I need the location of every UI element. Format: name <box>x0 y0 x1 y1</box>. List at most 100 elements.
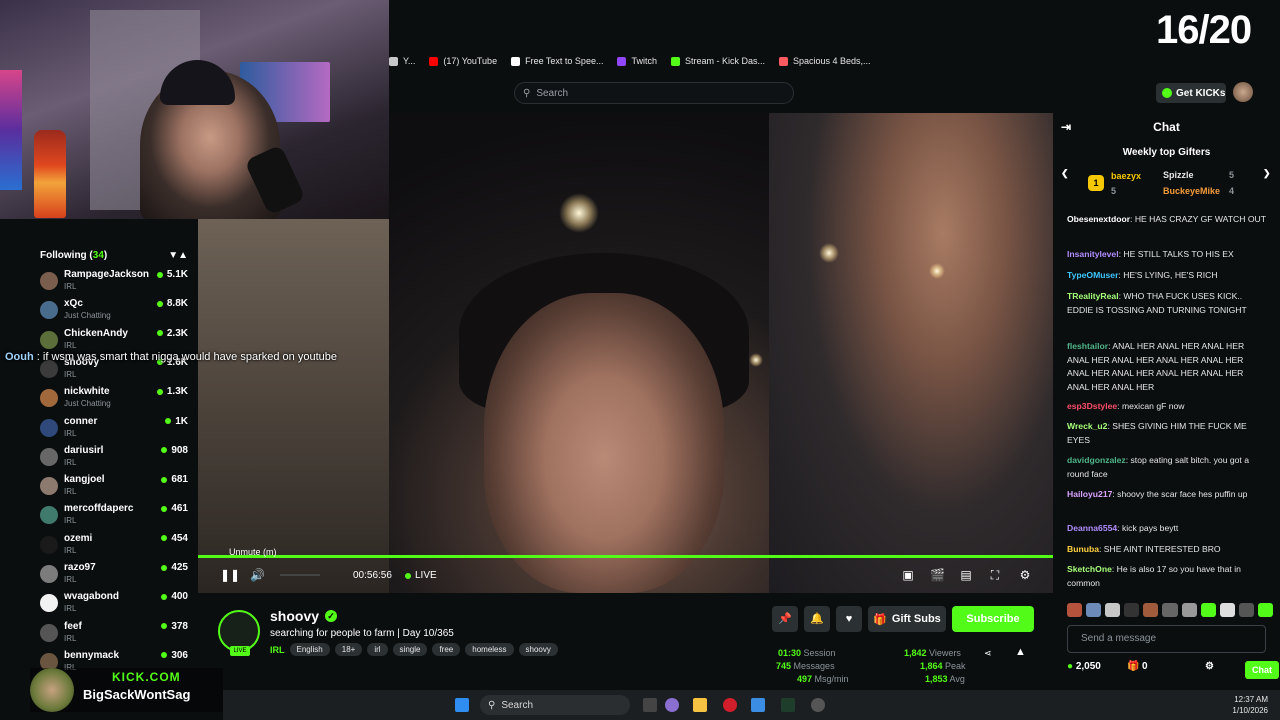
chat-input[interactable]: Send a message <box>1067 625 1266 653</box>
emote-icon[interactable] <box>1143 603 1159 617</box>
bookmark-item[interactable]: (17) YouTube <box>429 56 497 66</box>
emote-icon[interactable] <box>1086 603 1102 617</box>
emote-icon[interactable] <box>1257 603 1274 617</box>
bookmark-item[interactable]: Spacious 4 Beds,... <box>779 56 871 66</box>
emote-icon[interactable] <box>1124 603 1140 617</box>
get-kicks-button[interactable]: Get KICKs <box>1156 83 1226 103</box>
emote-icon[interactable] <box>1162 603 1178 617</box>
sidebar-item-chickenandy[interactable]: ChickenAndy IRL 2.3K <box>38 328 188 354</box>
collapse-chat-icon[interactable]: ⇥ <box>1061 113 1071 141</box>
search-input[interactable]: ⚲ Search <box>514 82 794 104</box>
emote-icon[interactable] <box>1067 603 1083 617</box>
volume-icon[interactable]: 🔊 <box>250 568 265 582</box>
task-view-icon[interactable] <box>643 698 657 712</box>
user-avatar[interactable] <box>1233 82 1253 102</box>
chat-username[interactable]: Hailoyu217 <box>1067 489 1112 499</box>
pip-icon[interactable]: ▣ <box>901 568 915 582</box>
bookmark-item[interactable]: Twitch <box>617 56 657 66</box>
stream-tag[interactable]: irl <box>367 643 388 656</box>
progress-bar[interactable] <box>198 555 1053 558</box>
sidebar-item-rampagejackson[interactable]: RampageJackson IRL 5.1K <box>38 269 188 295</box>
settings-gear-icon[interactable]: ⚙ <box>1018 568 1032 582</box>
chat-username[interactable]: TRealityReal <box>1067 291 1119 301</box>
collapse-arrows-icon[interactable]: ▼▲ <box>168 250 188 262</box>
sidebar-item-dariusirl[interactable]: dariusirl IRL 908 <box>38 445 188 471</box>
taskbar-search[interactable]: ⚲ Search <box>480 695 630 715</box>
video-player[interactable] <box>389 113 1053 593</box>
chat-username[interactable]: fleshtailor <box>1067 341 1108 351</box>
obs-icon[interactable] <box>811 698 825 712</box>
notifications-button[interactable]: 🔔 <box>804 606 830 632</box>
stream-tag[interactable]: shoovy <box>518 643 558 656</box>
emote-icon[interactable] <box>1105 603 1121 617</box>
gift-subs-button[interactable]: 🎁 Gift Subs <box>868 606 946 632</box>
fullscreen-icon[interactable]: ⛶ <box>988 568 1002 582</box>
chat-settings-icon[interactable]: ⚙ <box>1205 661 1214 672</box>
following-header[interactable]: Following (34) ▼▲ <box>40 250 188 262</box>
pin-button[interactable]: 📌 <box>772 606 798 632</box>
stream-tag[interactable]: 18+ <box>334 643 363 656</box>
pause-icon[interactable]: ❚❚ <box>220 568 240 582</box>
sidebar-item-wvagabond[interactable]: wvagabond IRL 400 <box>38 591 188 617</box>
chat-text: : kick pays beytt <box>1117 523 1179 533</box>
app-icon[interactable] <box>781 698 795 712</box>
bookmark-item[interactable]: Y... <box>389 56 415 66</box>
emote-icon[interactable] <box>1181 603 1197 617</box>
stream-tag[interactable]: English <box>289 643 330 656</box>
emote-icon[interactable] <box>1219 603 1235 617</box>
sidebar-item-razo97[interactable]: razo97 IRL 425 <box>38 562 188 588</box>
chat-username[interactable]: Deanna6554 <box>1067 523 1117 533</box>
chat-send-button[interactable]: Chat <box>1245 661 1279 679</box>
gifters-prev-icon[interactable]: ❮ <box>1061 168 1069 179</box>
stream-category[interactable]: IRL <box>270 645 285 655</box>
channel-avatar <box>40 594 58 613</box>
system-clock[interactable]: 12:37 AM 1/10/2026 <box>1232 694 1268 716</box>
stream-tag[interactable]: homeless <box>465 643 514 656</box>
gifters-next-icon[interactable]: ❯ <box>1263 168 1271 179</box>
channel-avatar[interactable]: LIVE <box>218 610 260 656</box>
volume-slider[interactable] <box>280 574 320 576</box>
clip-icon[interactable]: 🎬 <box>930 568 945 582</box>
copilot-icon[interactable] <box>665 698 679 712</box>
sidebar-item-nickwhite[interactable]: nickwhite Just Chatting 1.3K <box>38 386 188 412</box>
emote-bar[interactable] <box>1067 603 1274 619</box>
sidebar-item-xqc[interactable]: xQc Just Chatting 8.8K <box>38 298 188 324</box>
chat-username[interactable]: davidgonzalez <box>1067 455 1126 465</box>
stream-tag[interactable]: free <box>432 643 461 656</box>
stream-tag[interactable]: single <box>392 643 428 656</box>
emote-icon[interactable] <box>1238 603 1254 617</box>
report-icon[interactable]: ▲ <box>1015 646 1026 658</box>
sidebar-item-kangjoel[interactable]: kangjoel IRL 681 <box>38 474 188 500</box>
channel-name: kangjoel <box>64 474 105 486</box>
chat-username[interactable]: TypeOMuser <box>1067 270 1118 280</box>
channel-name: wvagabond <box>64 591 120 603</box>
subscribe-button[interactable]: Subscribe <box>952 606 1034 632</box>
follow-button[interactable]: ♥ <box>836 606 862 632</box>
channel-name: nickwhite <box>64 386 110 398</box>
store-icon[interactable] <box>751 698 765 712</box>
bookmark-item[interactable]: Free Text to Spee... <box>511 56 603 66</box>
playback-time: 00:56:56 <box>353 570 392 581</box>
file-explorer-icon[interactable] <box>693 698 707 712</box>
share-icon[interactable]: ⋖ <box>984 648 992 659</box>
windows-start-icon[interactable] <box>455 698 469 712</box>
sidebar-item-ozemi[interactable]: ozemi IRL 454 <box>38 533 188 559</box>
heart-icon: ♥ <box>845 613 853 625</box>
sidebar-item-conner[interactable]: conner IRL 1K <box>38 416 188 442</box>
bookmark-item[interactable]: Stream - Kick Das... <box>670 56 765 66</box>
chat-username[interactable]: Wreck_u2 <box>1067 421 1107 431</box>
chat-username[interactable]: Obesenextdoor <box>1067 214 1130 224</box>
bell-icon: 🔔 <box>810 613 824 625</box>
theater-mode-icon[interactable]: ▤ <box>959 568 973 582</box>
chat-username[interactable]: esp3Dstylee <box>1067 401 1117 411</box>
chat-username[interactable]: SketchOne <box>1067 564 1112 574</box>
sidebar-item-mercoffdaperc[interactable]: mercoffdaperc IRL 461 <box>38 503 188 529</box>
emote-icon[interactable] <box>1200 603 1216 617</box>
channel-name[interactable]: shoovy ✓ <box>270 608 338 624</box>
viewer-count: 425 <box>161 562 188 573</box>
chat-message: davidgonzalez: stop eating salt bitch. y… <box>1067 454 1267 481</box>
chat-username[interactable]: Bunuba <box>1067 544 1099 554</box>
chat-username[interactable]: Insanitylevel <box>1067 249 1119 259</box>
opera-icon[interactable] <box>723 698 737 712</box>
sidebar-item-feef[interactable]: feef IRL 378 <box>38 621 188 647</box>
